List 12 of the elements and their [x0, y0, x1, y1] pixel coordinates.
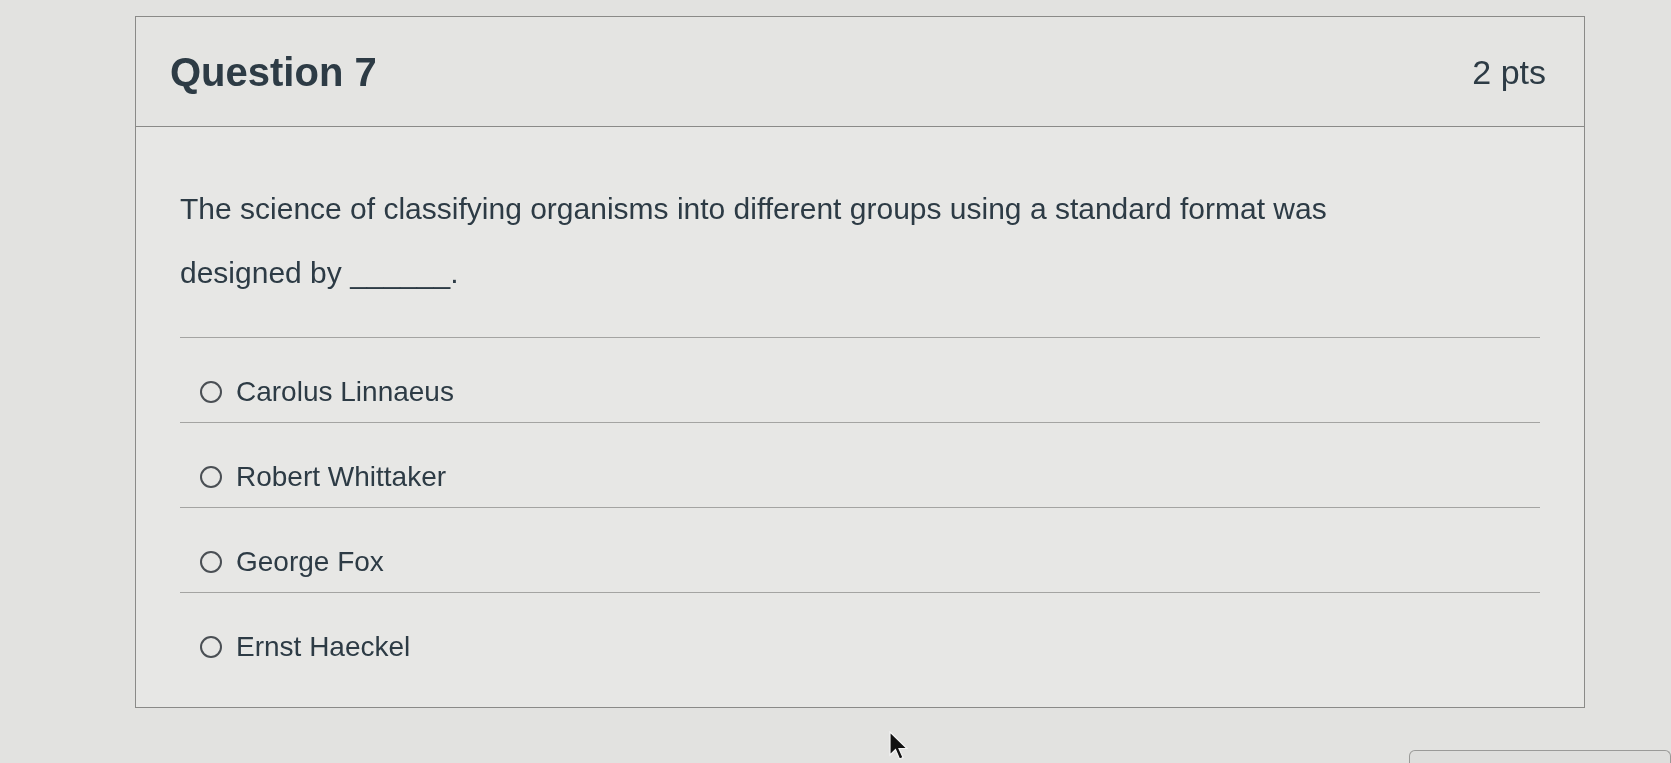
answer-label[interactable]: Robert Whittaker — [236, 463, 447, 491]
answer-label[interactable]: George Fox — [236, 548, 384, 576]
radio-button[interactable] — [200, 551, 222, 573]
radio-button[interactable] — [200, 636, 222, 658]
mouse-pointer-icon — [889, 731, 909, 761]
radio-button[interactable] — [200, 466, 222, 488]
question-points: 2 pts — [1472, 54, 1546, 89]
question-title: Question 7 — [170, 51, 377, 92]
radio-button[interactable] — [200, 381, 222, 403]
answer-label[interactable]: Carolus Linnaeus — [236, 378, 454, 406]
question-text: The science of classifying organisms into different groups using a standard format was designed by ______. — [180, 191, 1328, 291]
answer-label[interactable]: Ernst Haeckel — [236, 633, 411, 661]
